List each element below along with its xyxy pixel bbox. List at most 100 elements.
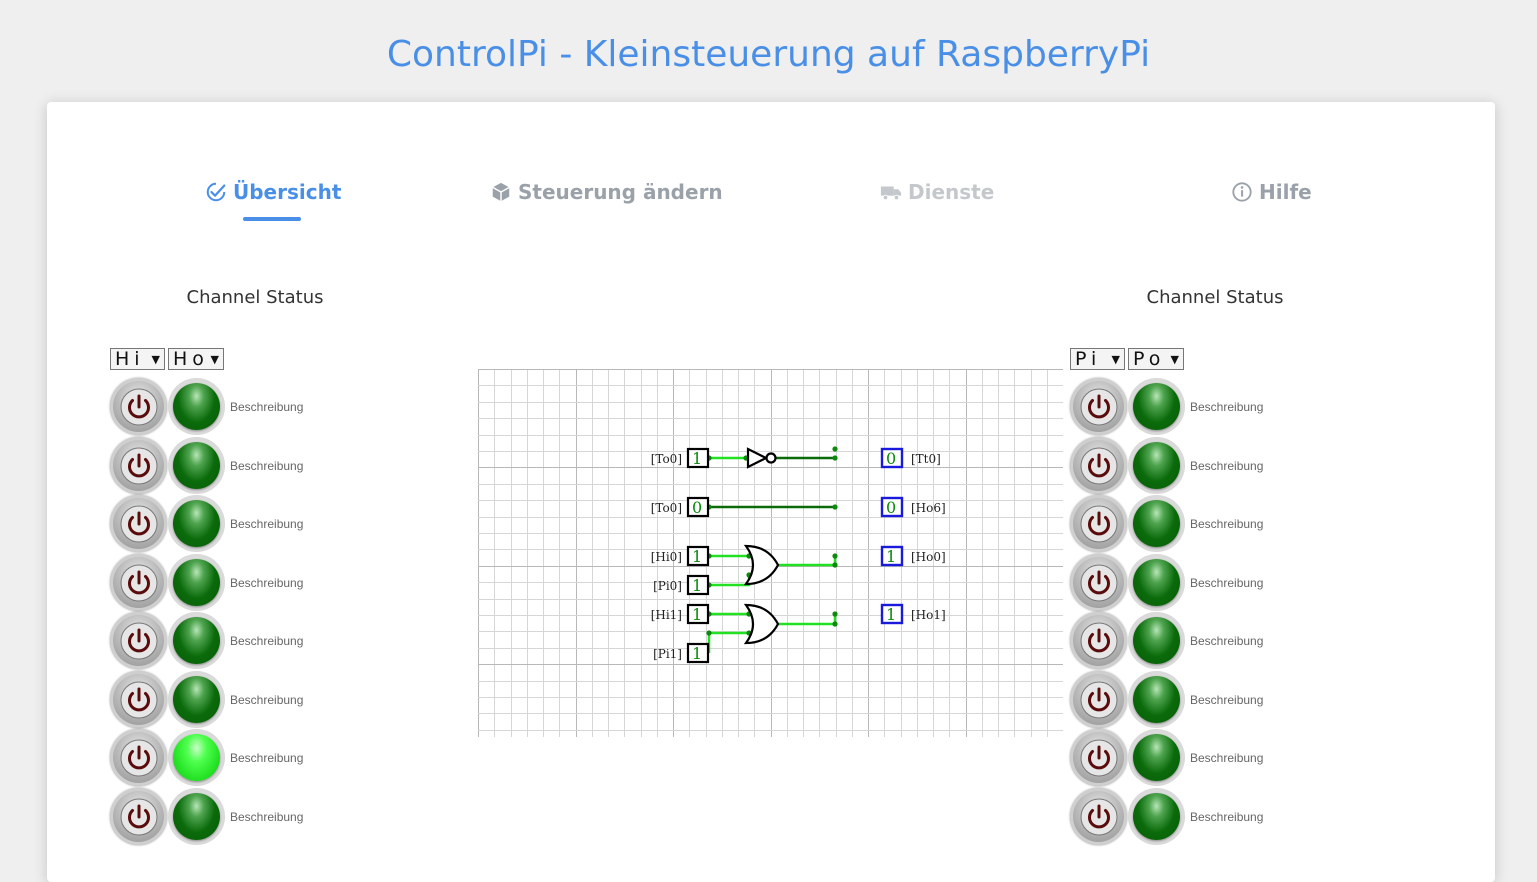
led-bulb <box>1133 559 1180 606</box>
status-led <box>1128 612 1185 669</box>
left-channel-selects: Hi ▼ Ho ▼ <box>110 348 224 370</box>
channel-row: Beschreibung <box>110 612 370 670</box>
channel-row: Beschreibung <box>1070 788 1330 846</box>
power-icon <box>1080 564 1117 601</box>
power-icon <box>120 447 157 484</box>
power-toggle-button[interactable] <box>1070 495 1127 552</box>
diagram-grid <box>478 369 1063 737</box>
channel-row: Beschreibung <box>110 378 370 436</box>
power-toggle-button[interactable] <box>1070 788 1127 845</box>
output-group-select[interactable]: Ho ▼ <box>168 348 224 370</box>
power-toggle-button[interactable] <box>110 378 167 435</box>
power-icon <box>120 681 157 718</box>
input-label: [Pi0] <box>653 579 682 593</box>
led-bulb <box>173 793 220 840</box>
channel-description: Beschreibung <box>1190 400 1264 414</box>
channel-row: Beschreibung <box>1070 554 1330 612</box>
power-toggle-button[interactable] <box>1070 729 1127 786</box>
power-toggle-button[interactable] <box>1070 378 1127 435</box>
channel-description: Beschreibung <box>1190 517 1264 531</box>
or-gate <box>743 603 780 645</box>
led-bulb <box>1133 734 1180 781</box>
power-toggle-button[interactable] <box>1070 554 1127 611</box>
select-value: Ho <box>173 348 209 370</box>
power-icon <box>1080 622 1117 659</box>
led-bulb <box>1133 442 1180 489</box>
channel-row: Beschreibung <box>110 729 370 787</box>
led-bulb <box>173 442 220 489</box>
check-badge-icon <box>206 182 226 202</box>
status-led <box>1128 729 1185 786</box>
right-channel-selects: Pi ▼ Po ▼ <box>1070 348 1184 370</box>
input-value: 1 <box>692 547 702 566</box>
chevron-down-icon: ▼ <box>1170 352 1179 366</box>
power-toggle-button[interactable] <box>110 729 167 786</box>
wire <box>707 631 749 653</box>
power-toggle-button[interactable] <box>110 554 167 611</box>
channel-description: Beschreibung <box>230 751 304 765</box>
channel-row: Beschreibung <box>110 437 370 495</box>
led-bulb <box>173 559 220 606</box>
input-group-select[interactable]: Pi ▼ <box>1070 348 1125 370</box>
power-icon <box>120 564 157 601</box>
power-toggle-button[interactable] <box>110 437 167 494</box>
led-bulb <box>173 500 220 547</box>
status-led <box>168 437 225 494</box>
channel-row: Beschreibung <box>1070 729 1330 787</box>
input-value: 1 <box>692 449 702 468</box>
status-led <box>1128 788 1185 845</box>
active-tab-indicator <box>243 217 301 221</box>
output-label: [Ho0] <box>911 550 946 564</box>
led-bulb <box>173 617 220 664</box>
tab-hilfe[interactable]: Hilfe <box>1231 178 1312 206</box>
logic-diagram[interactable]: 1 0 1 1 1 1 0 0 1 1 [To0] [To0] [Hi0] [P… <box>478 369 1063 737</box>
select-value: Hi <box>115 348 145 370</box>
power-icon <box>1080 505 1117 542</box>
power-toggle-button[interactable] <box>1070 671 1127 728</box>
led-bulb <box>1133 676 1180 723</box>
power-icon <box>1080 681 1117 718</box>
status-led <box>168 788 225 845</box>
channel-row: Beschreibung <box>1070 495 1330 553</box>
right-channel-status-title: Channel Status <box>1146 287 1284 308</box>
power-icon <box>1080 739 1117 776</box>
status-led <box>168 729 225 786</box>
channel-description: Beschreibung <box>230 400 304 414</box>
output-group-select[interactable]: Po ▼ <box>1128 348 1184 370</box>
status-led <box>168 495 225 552</box>
power-toggle-button[interactable] <box>110 612 167 669</box>
chevron-down-icon: ▼ <box>210 352 219 366</box>
status-led <box>1128 671 1185 728</box>
power-icon <box>1080 447 1117 484</box>
tab-steuerung[interactable]: Steuerung ändern <box>490 178 723 206</box>
output-value: 1 <box>886 605 896 624</box>
power-toggle-button[interactable] <box>110 495 167 552</box>
tab-bar: Übersicht Steuerung ändern Dienste Hilfe <box>47 102 1495 232</box>
status-led <box>168 378 225 435</box>
input-value: 1 <box>692 576 702 595</box>
select-value: Po <box>1133 348 1166 370</box>
input-label: [Pi1] <box>653 647 682 661</box>
input-label: [To0] <box>651 452 682 466</box>
wire <box>778 556 837 567</box>
tab-uebersicht[interactable]: Übersicht <box>205 178 341 206</box>
output-value: 0 <box>886 449 896 468</box>
tab-dienste[interactable]: Dienste <box>880 178 994 206</box>
tab-label: Steuerung ändern <box>518 180 723 204</box>
channel-row: Beschreibung <box>110 788 370 846</box>
channel-row: Beschreibung <box>110 495 370 553</box>
power-toggle-button[interactable] <box>110 671 167 728</box>
input-label: [To0] <box>651 501 682 515</box>
input-group-select[interactable]: Hi ▼ <box>110 348 165 370</box>
channel-row: Beschreibung <box>1070 437 1330 495</box>
status-led <box>1128 378 1185 435</box>
power-toggle-button[interactable] <box>1070 437 1127 494</box>
tab-label: Übersicht <box>233 180 342 204</box>
channel-row: Beschreibung <box>1070 671 1330 729</box>
channel-description: Beschreibung <box>1190 810 1264 824</box>
led-bulb <box>1133 793 1180 840</box>
power-toggle-button[interactable] <box>110 788 167 845</box>
input-value: 0 <box>692 498 702 517</box>
power-toggle-button[interactable] <box>1070 612 1127 669</box>
channel-description: Beschreibung <box>230 634 304 648</box>
